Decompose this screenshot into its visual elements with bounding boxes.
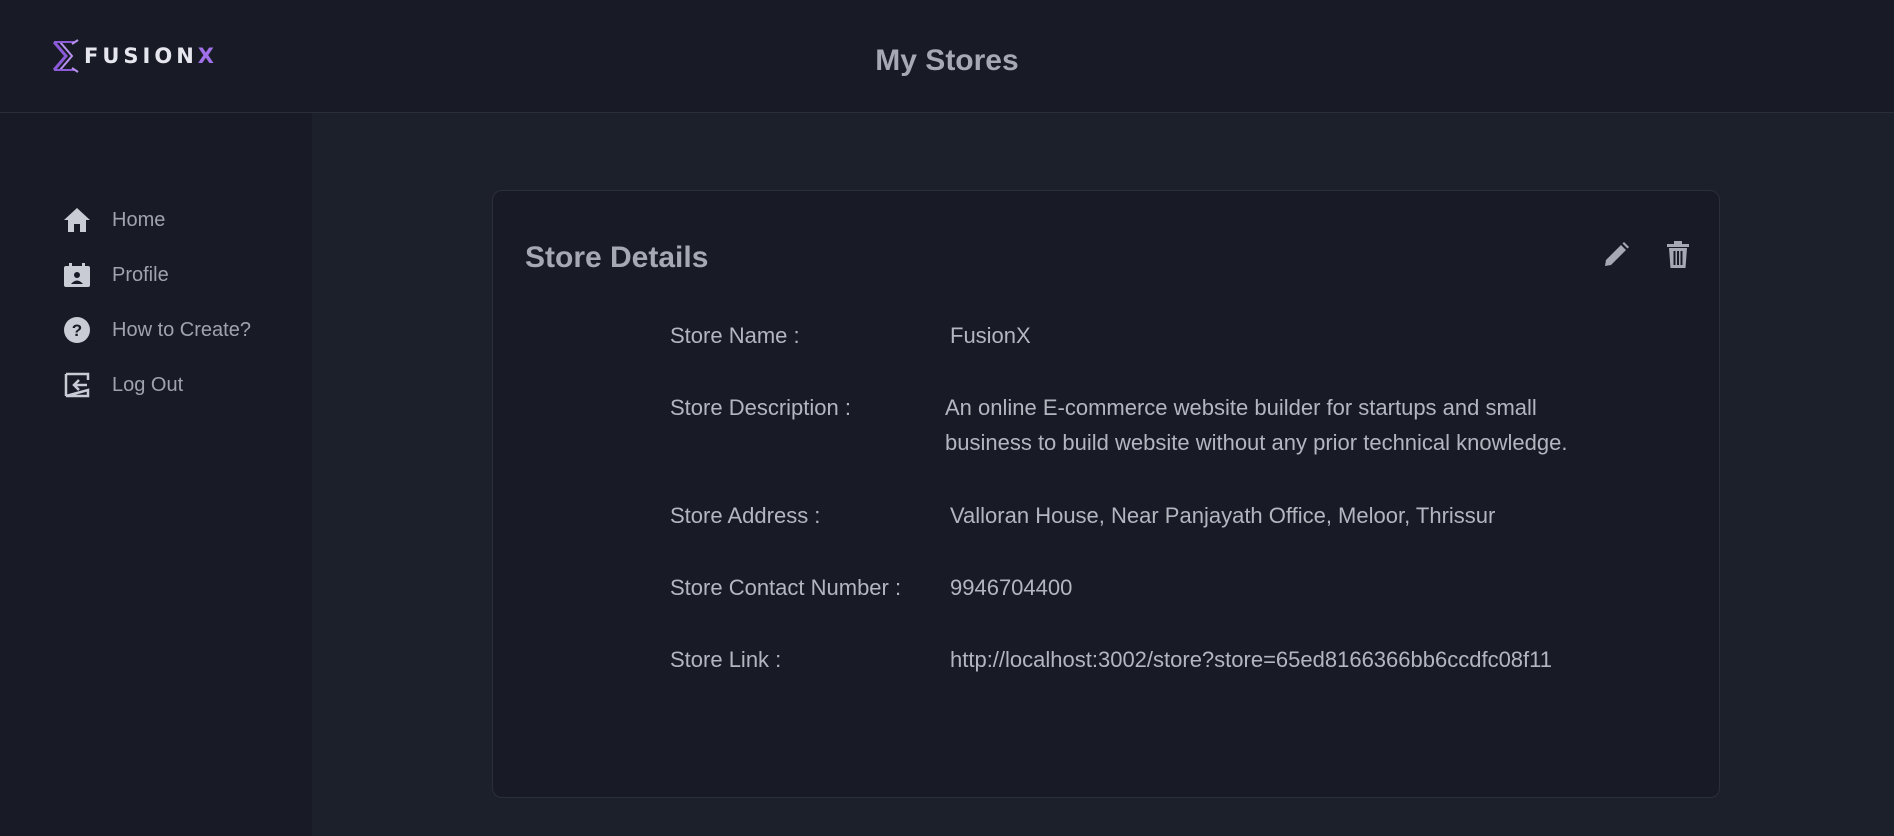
sidebar: Home Profile ? How to Create? Log Out bbox=[0, 113, 312, 836]
sidebar-item-how-to-create[interactable]: ? How to Create? bbox=[62, 312, 251, 348]
help-circle-icon: ? bbox=[62, 315, 92, 345]
store-link-label: Store Link : bbox=[670, 647, 782, 672]
delete-button[interactable] bbox=[1658, 235, 1698, 275]
sidebar-item-label: How to Create? bbox=[112, 318, 251, 341]
sidebar-item-profile[interactable]: Profile bbox=[62, 257, 169, 293]
store-description-label: Store Description : bbox=[670, 395, 851, 420]
sidebar-item-home[interactable]: Home bbox=[62, 202, 165, 238]
sidebar-item-label: Log Out bbox=[112, 373, 184, 396]
profile-badge-icon bbox=[62, 260, 92, 290]
store-contact-label: Store Contact Number : bbox=[670, 575, 902, 600]
sidebar-item-label: Home bbox=[112, 208, 166, 231]
store-description-value: An online E-commerce website builder for… bbox=[945, 395, 1568, 455]
store-address-label: Store Address : bbox=[670, 503, 821, 528]
store-contact-value: 9946704400 bbox=[950, 575, 1073, 600]
page-title: My Stores bbox=[875, 44, 1019, 77]
sidebar-item-log-out[interactable]: Log Out bbox=[62, 367, 183, 403]
home-icon bbox=[62, 205, 92, 235]
store-address-value: Valloran House, Near Panjayath Office, M… bbox=[950, 503, 1496, 528]
store-link-value[interactable]: http://localhost:3002/store?store=65ed81… bbox=[950, 642, 1670, 677]
store-details-card: Store Details Store Name : FusionX Store… bbox=[492, 190, 1720, 798]
edit-button[interactable] bbox=[1596, 235, 1636, 275]
sidebar-item-label: Profile bbox=[112, 263, 169, 286]
pencil-icon bbox=[1605, 242, 1629, 266]
top-header: FUSIONX My Stores bbox=[0, 0, 1894, 113]
store-name-value: FusionX bbox=[950, 323, 1031, 348]
store-name-label: Store Name : bbox=[670, 323, 800, 348]
trash-icon bbox=[1667, 241, 1689, 268]
logout-icon bbox=[62, 370, 92, 400]
card-title: Store Details bbox=[525, 241, 709, 274]
svg-text:?: ? bbox=[72, 321, 82, 340]
